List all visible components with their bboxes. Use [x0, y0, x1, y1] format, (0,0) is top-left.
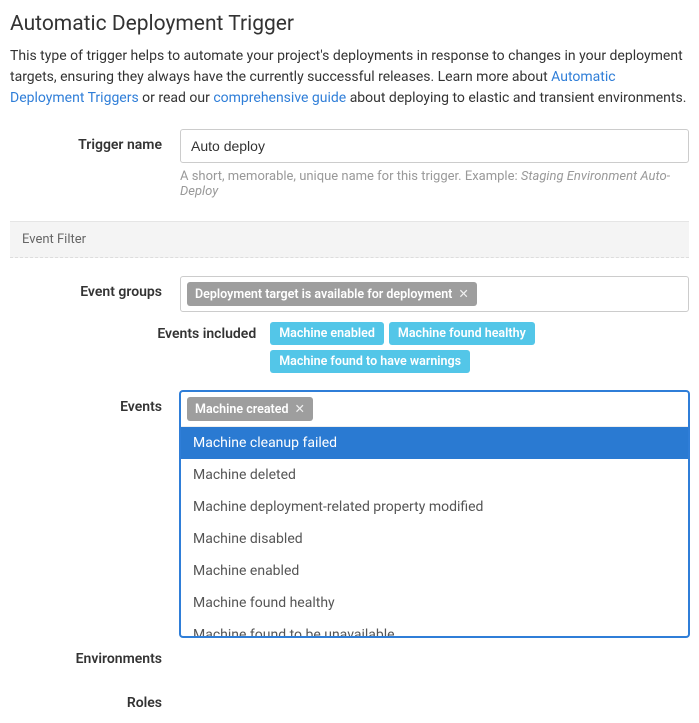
dropdown-option[interactable]: Machine deleted [181, 459, 688, 491]
remove-tag-icon[interactable]: ✕ [295, 401, 305, 417]
intro-post: about deploying to elastic and transient… [346, 90, 686, 106]
trigger-name-label: Trigger name [10, 129, 180, 153]
events-included-list: Machine enabledMachine found healthy Mach… [270, 322, 689, 373]
events-label: Events [10, 391, 180, 415]
tag-label: Machine created [195, 402, 289, 417]
event-groups-label: Event groups [10, 276, 180, 300]
events-dropdown[interactable]: Machine cleanup failedMachine deletedMac… [181, 426, 688, 636]
trigger-name-input[interactable] [180, 129, 689, 163]
included-event-badge: Machine found to have warnings [270, 350, 470, 373]
page-title: Automatic Deployment Trigger [10, 12, 689, 36]
link-comprehensive-guide[interactable]: comprehensive guide [213, 90, 346, 106]
dropdown-option[interactable]: Machine found healthy [181, 587, 688, 619]
intro-text: This type of trigger helps to automate y… [10, 46, 689, 109]
event-group-tag[interactable]: Deployment target is available for deplo… [187, 282, 477, 306]
section-event-filter: Event Filter [10, 221, 689, 258]
dropdown-option[interactable]: Machine cleanup failed [181, 427, 688, 459]
dropdown-option[interactable]: Machine deployment-related property modi… [181, 491, 688, 523]
environments-label: Environments [10, 651, 180, 667]
remove-tag-icon[interactable]: ✕ [458, 286, 468, 302]
intro-mid: or read our [139, 90, 214, 106]
dropdown-option[interactable]: Machine disabled [181, 523, 688, 555]
events-combobox[interactable]: Machine created ✕ Machine cleanup failed… [180, 391, 689, 637]
dropdown-option[interactable]: Machine found to be unavailable [181, 619, 688, 636]
events-included-label: Events included [10, 322, 270, 342]
included-event-badge: Machine found healthy [389, 322, 535, 345]
tag-label: Deployment target is available for deplo… [195, 287, 452, 302]
dropdown-option[interactable]: Machine enabled [181, 555, 688, 587]
trigger-name-help: A short, memorable, unique name for this… [180, 169, 689, 199]
roles-label: Roles [10, 695, 180, 711]
included-event-badge: Machine enabled [270, 322, 384, 345]
event-groups-input[interactable]: Deployment target is available for deplo… [180, 276, 689, 312]
event-tag[interactable]: Machine created ✕ [187, 397, 313, 421]
